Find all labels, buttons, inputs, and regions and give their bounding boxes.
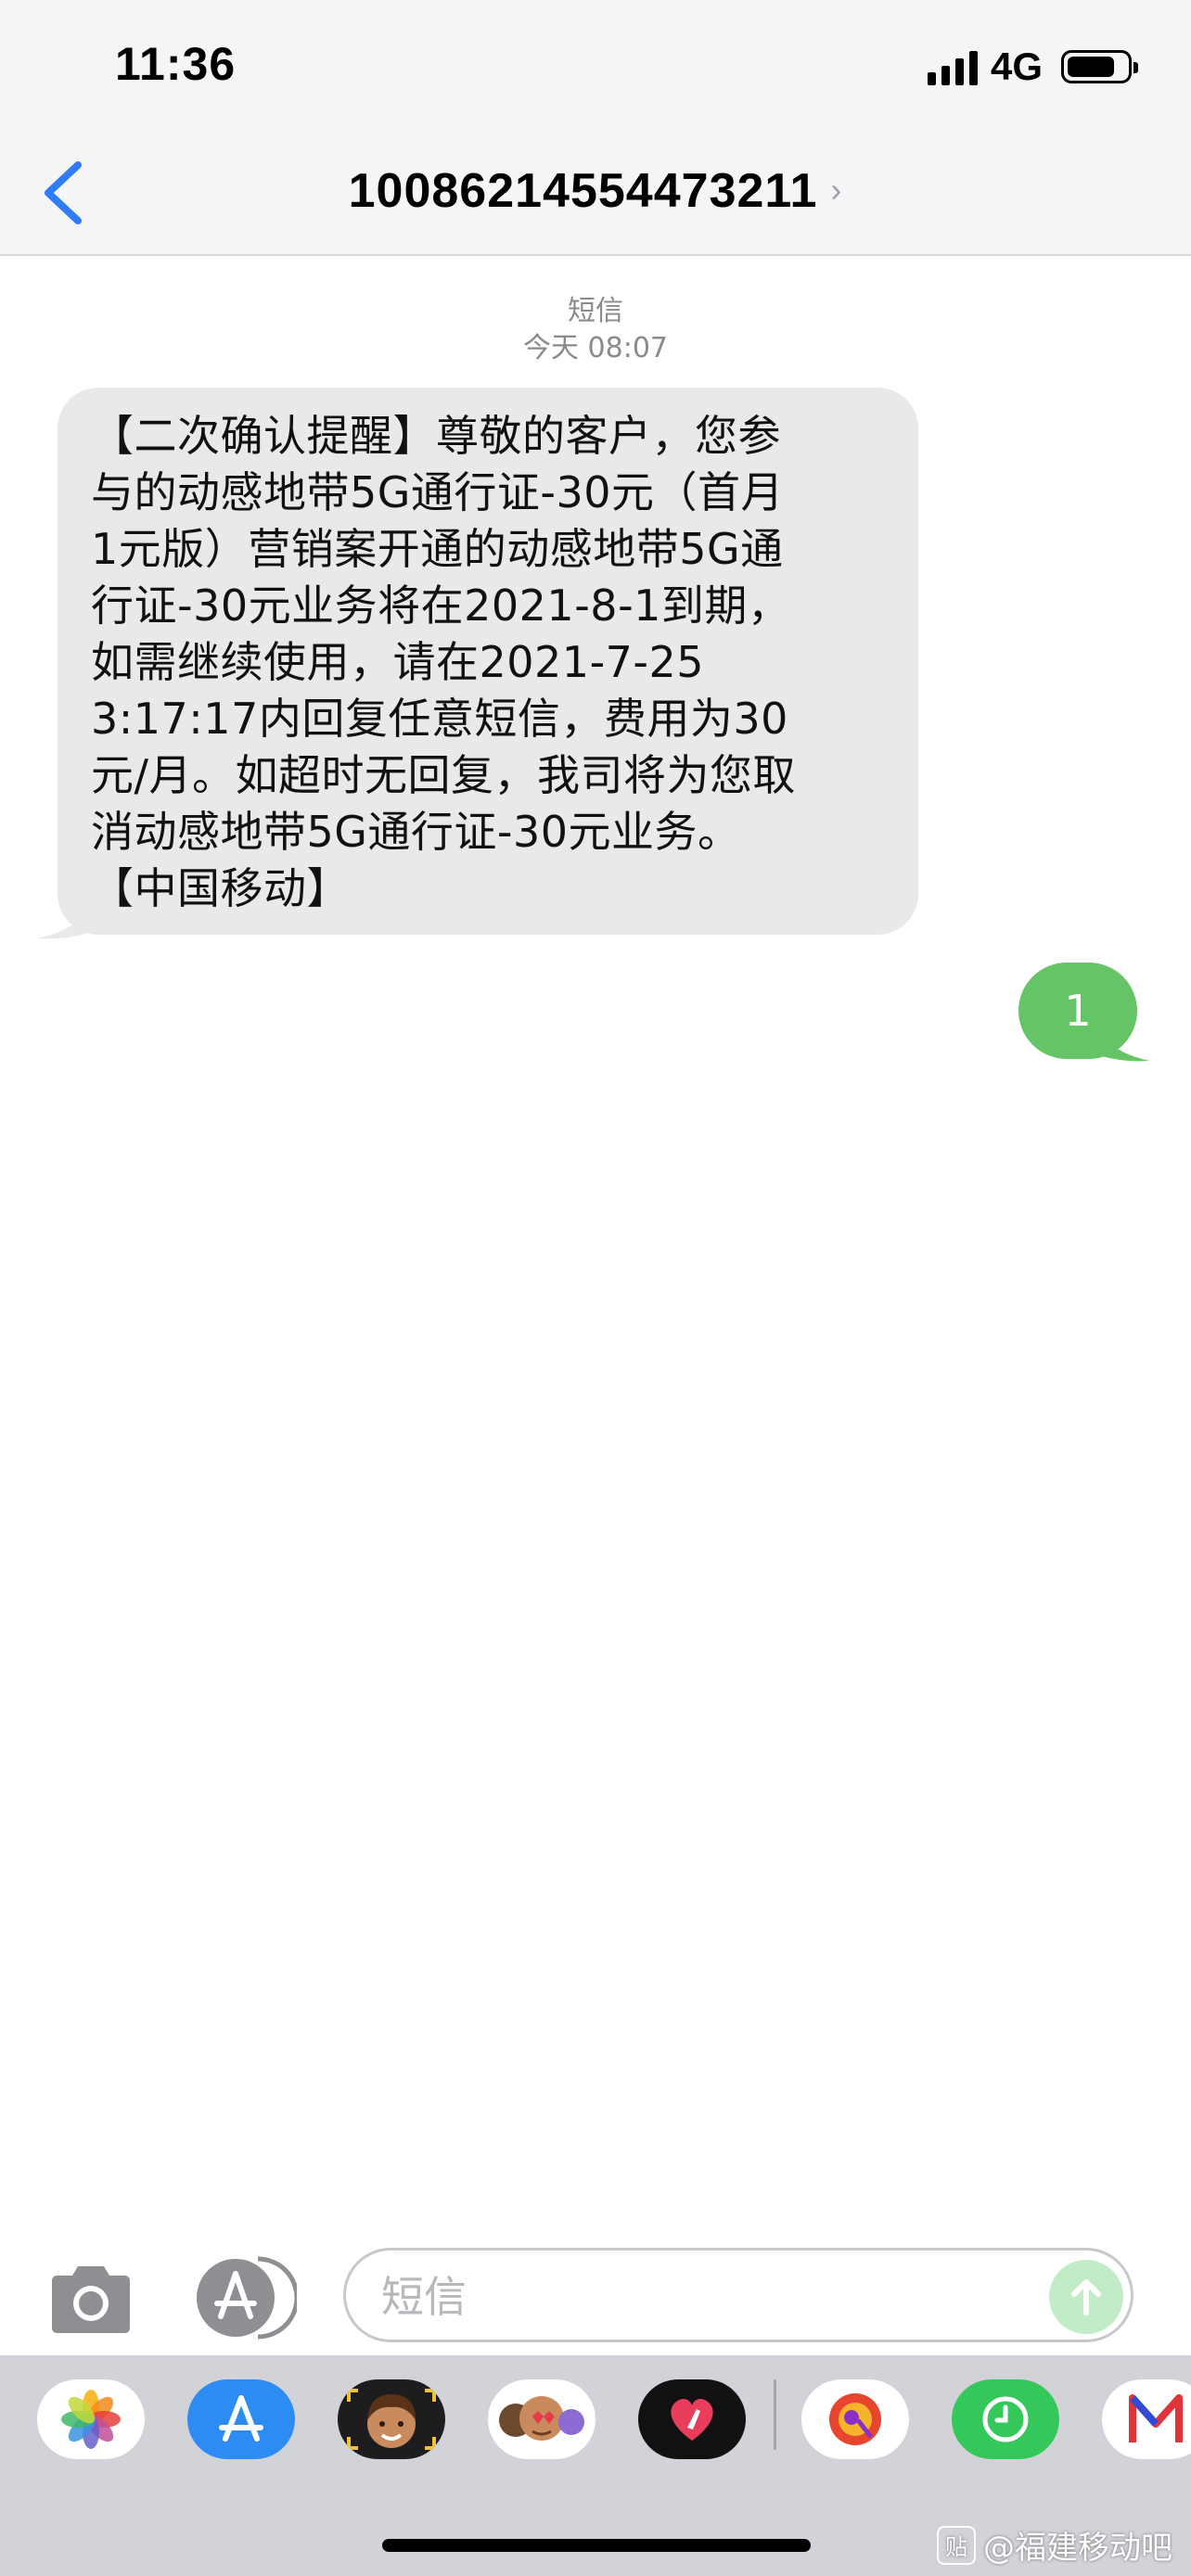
music-icon [829,2393,881,2445]
clock-app-button[interactable] [952,2379,1059,2459]
send-button[interactable] [1049,2260,1123,2334]
contact-title[interactable]: 10086214554473211 › [0,163,1191,219]
contact-number: 10086214554473211 [348,164,818,218]
news-icon [1129,2394,1183,2442]
outgoing-message-bubble[interactable]: 1 [1018,963,1137,1059]
music-app-button[interactable] [801,2379,909,2459]
network-type: 4G [990,45,1043,88]
app-store-icon [219,2395,263,2442]
status-time: 11:36 [115,38,237,90]
memoji-icon [347,2389,436,2450]
digital-touch-app-button[interactable] [638,2379,746,2459]
watermark-text: @福建移动吧 [983,2530,1172,2567]
memoji-app-button[interactable] [338,2379,445,2459]
animoji-icon [499,2396,584,2441]
app-store-icon [197,2256,300,2340]
message-timestamp: 今天 08:07 [523,332,668,364]
incoming-message-text: 【二次确认提醒】尊敬的客户，您参 与的动感地带5G通行证-30元（首月 1元版）… [91,411,796,913]
camera-icon [52,2266,130,2333]
photos-icon [61,2390,121,2449]
chevron-right-icon: › [830,171,843,209]
apps-button[interactable] [193,2255,300,2340]
app-store-app-button[interactable] [187,2379,295,2459]
clock-icon [982,2396,1029,2442]
digital-touch-icon [671,2399,713,2441]
battery-icon [1061,50,1138,83]
photos-app-button[interactable] [37,2379,145,2459]
cellular-signal-icon [927,48,978,85]
status-indicators: 4G [927,41,1138,93]
watermark: 贴 @福建移动吧 [937,2522,1172,2568]
arrow-up-icon [1071,2279,1101,2315]
message-input-field[interactable] [343,2248,1133,2342]
outgoing-message-text: 1 [1064,986,1092,1036]
message-input[interactable] [379,2264,1032,2330]
news-app-button[interactable] [1102,2379,1191,2459]
service-label: 短信 [568,295,623,327]
home-indicator[interactable] [382,2539,811,2552]
drawer-divider [774,2379,776,2450]
watermark-badge: 贴 [937,2525,976,2565]
incoming-message-bubble[interactable]: 【二次确认提醒】尊敬的客户，您参 与的动感地带5G通行证-30元（首月 1元版）… [58,388,918,935]
camera-button[interactable] [45,2263,137,2337]
animoji-app-button[interactable] [488,2379,596,2459]
navigation-header: 11:36 4G 10086214554473211 › [0,0,1191,256]
